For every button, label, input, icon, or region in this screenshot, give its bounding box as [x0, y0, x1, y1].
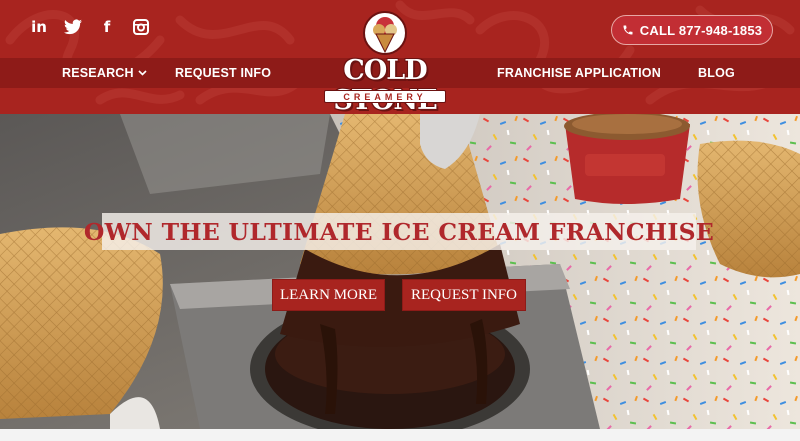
linkedin-icon[interactable]: in	[30, 18, 48, 36]
ice-cream-cone-emblem	[363, 11, 407, 55]
nav-blog[interactable]: BLOG	[698, 66, 735, 80]
nav-research-label: RESEARCH	[62, 66, 134, 80]
page-bottom-strip	[0, 429, 800, 441]
facebook-icon[interactable]: f	[98, 18, 116, 36]
cold-stone-logo[interactable]: COLD STONE CREAMERY	[302, 8, 468, 114]
call-button[interactable]: CALL 877-948-1853	[611, 15, 773, 45]
instagram-camera-shape	[133, 19, 149, 35]
nav-request-info-label: REQUEST INFO	[175, 66, 272, 80]
twitter-bird-shape	[64, 19, 82, 35]
nav-franchise-application-label: FRANCHISE APPLICATION	[497, 66, 661, 80]
linkedin-glyph: in	[31, 18, 47, 36]
nav-research[interactable]: RESEARCH	[62, 66, 147, 80]
request-info-button[interactable]: REQUEST INFO	[402, 279, 526, 311]
nav-franchise-application[interactable]: FRANCHISE APPLICATION	[497, 66, 661, 80]
hero-banner: OWN THE ULTIMATE ICE CREAM FRANCHISE LEA…	[0, 114, 800, 429]
site-header: in f CALL 877-948-1853 RESEARCH REQUEST …	[0, 0, 800, 114]
logo-wordmark: COLD STONE	[333, 55, 437, 115]
hero-headline: OWN THE ULTIMATE ICE CREAM FRANCHISE	[84, 213, 714, 250]
call-label: CALL 877-948-1853	[639, 22, 763, 38]
phone-icon	[623, 25, 633, 35]
logo-subtitle: CREAMERY	[324, 90, 446, 103]
facebook-glyph: f	[103, 18, 111, 36]
instagram-icon[interactable]	[132, 18, 150, 36]
chevron-down-icon	[138, 70, 147, 76]
twitter-icon[interactable]	[64, 18, 82, 36]
social-links: in f	[30, 18, 150, 36]
learn-more-button[interactable]: LEARN MORE	[272, 279, 385, 311]
nav-blog-label: BLOG	[698, 66, 735, 80]
hero-photo	[0, 114, 800, 429]
nav-request-info[interactable]: REQUEST INFO	[175, 66, 271, 80]
